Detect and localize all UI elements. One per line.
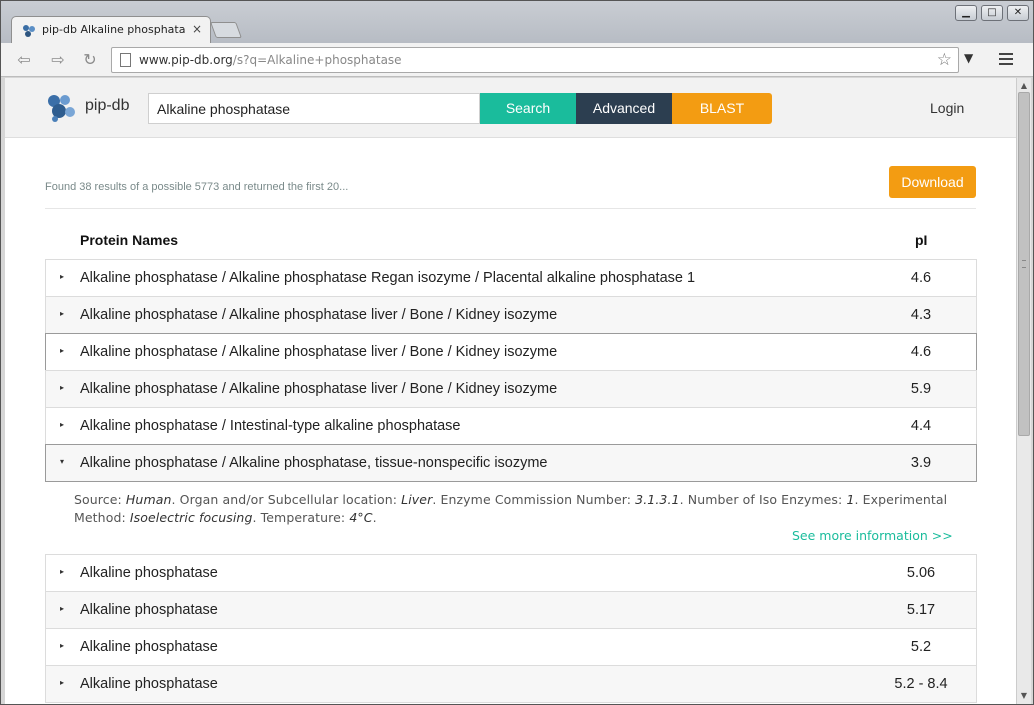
- table-row[interactable]: ▸ Alkaline phosphatase 5.17: [45, 591, 977, 629]
- maximize-button[interactable]: □: [981, 5, 1003, 21]
- site-logo-text[interactable]: pip-db: [85, 97, 129, 115]
- scroll-down-icon[interactable]: ▼: [1019, 691, 1029, 701]
- expand-arrow-icon[interactable]: ▸: [60, 420, 64, 429]
- column-header-pi[interactable]: pI: [915, 232, 927, 248]
- table-row[interactable]: ▸ Alkaline phosphatase / Alkaline phosph…: [45, 370, 977, 408]
- site-header: pip-db Search Advanced BLAST Login: [5, 78, 1016, 138]
- protein-name: Alkaline phosphatase: [80, 565, 218, 581]
- tab-title: pip-db Alkaline phosphata: [42, 23, 186, 36]
- divider: [45, 208, 976, 209]
- pi-value: 4.6: [910, 270, 932, 286]
- browser-tab[interactable]: pip-db Alkaline phosphata ×: [11, 16, 211, 44]
- browser-toolbar: ⇦ ⇨ ↻ www.pip-db.org/s?q=Alkaline+phosph…: [1, 43, 1033, 77]
- blast-button[interactable]: BLAST: [672, 93, 772, 124]
- forward-icon[interactable]: ⇨: [45, 48, 71, 72]
- pi-value: 5.2 - 8.4: [894, 676, 948, 692]
- protein-name: Alkaline phosphatase: [80, 676, 218, 692]
- pi-value: 4.3: [910, 307, 932, 323]
- collapse-arrow-icon[interactable]: ▾: [60, 457, 64, 466]
- menu-icon[interactable]: [999, 53, 1013, 68]
- protein-name: Alkaline phosphatase / Alkaline phosphat…: [80, 270, 696, 286]
- vertical-scrollbar[interactable]: ▲ ▼: [1016, 78, 1031, 704]
- pi-value: 4.6: [910, 344, 932, 360]
- close-window-button[interactable]: ✕: [1007, 5, 1029, 21]
- table-row[interactable]: ▸ Alkaline phosphatase / Alkaline phosph…: [45, 259, 977, 297]
- table-row[interactable]: ▸ Alkaline phosphatase 5.2: [45, 628, 977, 666]
- expand-arrow-icon[interactable]: ▸: [60, 346, 64, 355]
- scroll-thumb[interactable]: [1018, 92, 1030, 436]
- advanced-button[interactable]: Advanced: [576, 93, 672, 124]
- url-text: www.pip-db.org/s?q=Alkaline+phosphatase: [139, 53, 402, 67]
- expand-arrow-icon[interactable]: ▸: [60, 272, 64, 281]
- protein-name: Alkaline phosphatase / Alkaline phosphat…: [80, 344, 558, 360]
- star-icon[interactable]: ☆: [937, 50, 952, 70]
- protein-name: Alkaline phosphatase / Alkaline phosphat…: [80, 455, 548, 471]
- pi-value: 5.06: [906, 565, 936, 581]
- pi-value: 5.17: [906, 602, 936, 618]
- table-row-expanded[interactable]: ▾ Alkaline phosphatase / Alkaline phosph…: [45, 444, 977, 482]
- browser-window: pip-db Alkaline phosphata × ▁ □ ✕ ⇦ ⇨ ↻ …: [0, 0, 1034, 705]
- address-bar[interactable]: www.pip-db.org/s?q=Alkaline+phosphatase …: [111, 47, 959, 73]
- expand-arrow-icon[interactable]: ▸: [60, 383, 64, 392]
- protein-name: Alkaline phosphatase / Alkaline phosphat…: [80, 381, 558, 397]
- page-icon: [120, 53, 131, 67]
- expand-arrow-icon[interactable]: ▸: [60, 309, 64, 318]
- pi-value: 4.4: [910, 418, 932, 434]
- search-button[interactable]: Search: [480, 93, 576, 124]
- new-tab-button[interactable]: [210, 22, 242, 38]
- protein-name: Alkaline phosphatase / Intestinal-type a…: [80, 418, 461, 434]
- login-link[interactable]: Login: [930, 100, 964, 116]
- expand-arrow-icon[interactable]: ▸: [60, 678, 64, 687]
- table-row[interactable]: ▸ Alkaline phosphatase / Intestinal-type…: [45, 407, 977, 445]
- download-button[interactable]: Download: [889, 166, 976, 198]
- scroll-up-icon[interactable]: ▲: [1019, 81, 1029, 91]
- protein-name: Alkaline phosphatase / Alkaline phosphat…: [80, 307, 558, 323]
- table-row[interactable]: ▸ Alkaline phosphatase / Alkaline phosph…: [45, 333, 977, 371]
- search-input[interactable]: [148, 93, 480, 124]
- table-row[interactable]: ▸ Alkaline phosphatase 5.06: [45, 554, 977, 592]
- tab-strip: pip-db Alkaline phosphata × ▁ □ ✕: [1, 1, 1033, 44]
- expand-arrow-icon[interactable]: ▸: [60, 604, 64, 613]
- expand-arrow-icon[interactable]: ▸: [60, 641, 64, 650]
- tab-close-icon[interactable]: ×: [192, 22, 202, 36]
- pi-value: 5.2: [910, 639, 932, 655]
- column-header-protein-names[interactable]: Protein Names: [80, 232, 178, 248]
- see-more-link[interactable]: See more information >>: [792, 528, 953, 543]
- back-icon[interactable]: ⇦: [11, 48, 37, 72]
- table-row[interactable]: ▸ Alkaline phosphatase 5.2 - 8.4: [45, 665, 977, 703]
- protein-name: Alkaline phosphatase: [80, 639, 218, 655]
- chevron-down-icon[interactable]: ▼: [964, 51, 973, 65]
- reload-icon[interactable]: ↻: [77, 48, 103, 72]
- pi-value: 3.9: [910, 455, 932, 471]
- protein-name: Alkaline phosphatase: [80, 602, 218, 618]
- expand-arrow-icon[interactable]: ▸: [60, 567, 64, 576]
- protein-logo-icon[interactable]: [45, 92, 77, 124]
- table-row[interactable]: ▸ Alkaline phosphatase / Alkaline phosph…: [45, 296, 977, 334]
- pip-db-favicon-icon: [23, 25, 35, 37]
- results-summary: Found 38 results of a possible 5773 and …: [45, 181, 349, 193]
- minimize-button[interactable]: ▁: [955, 5, 977, 21]
- pi-value: 5.9: [910, 381, 932, 397]
- row-detail: Source: Human. Organ and/or Subcellular …: [74, 492, 948, 525]
- page-viewport: pip-db Search Advanced BLAST Login Found…: [5, 78, 1016, 704]
